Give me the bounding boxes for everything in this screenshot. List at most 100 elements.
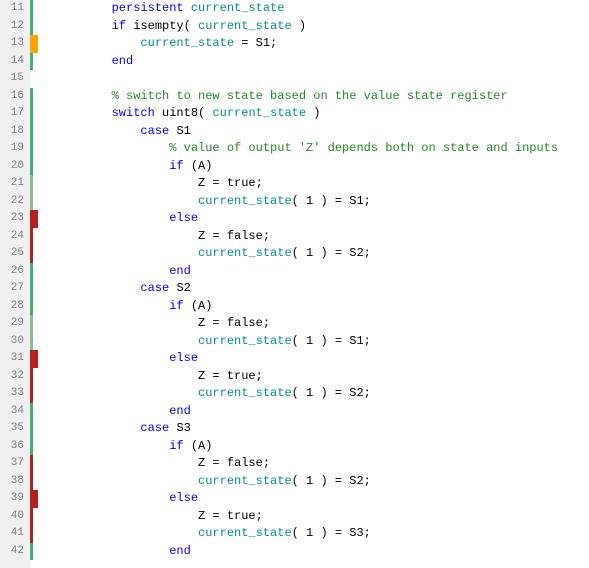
token-plain: uint8( bbox=[162, 106, 212, 120]
line-number: 38 bbox=[0, 473, 30, 491]
code-line[interactable]: if isempty( current_state ) bbox=[54, 18, 589, 36]
token-plain bbox=[54, 439, 169, 453]
token-kw: case bbox=[140, 124, 176, 138]
line-number: 15 bbox=[0, 70, 30, 88]
line-number: 36 bbox=[0, 438, 30, 456]
token-plain bbox=[54, 159, 169, 173]
token-kw: else bbox=[169, 211, 198, 225]
token-plain bbox=[54, 211, 169, 225]
code-line[interactable]: if (A) bbox=[54, 298, 589, 316]
token-plain bbox=[54, 54, 112, 68]
code-line[interactable]: end bbox=[54, 403, 589, 421]
token-plain bbox=[54, 264, 169, 278]
code-area[interactable]: persistent current_state if isempty( cur… bbox=[50, 0, 589, 568]
code-line[interactable]: current_state( 1 ) = S2; bbox=[54, 245, 589, 263]
line-number: 40 bbox=[0, 508, 30, 526]
code-line[interactable]: Z = true; bbox=[54, 368, 589, 386]
token-var: current_state bbox=[198, 526, 292, 540]
coverage-marker bbox=[30, 123, 33, 141]
token-plain bbox=[54, 334, 198, 348]
coverage-marker bbox=[30, 88, 33, 106]
token-plain: isempty( bbox=[133, 19, 198, 33]
token-plain bbox=[54, 544, 169, 558]
token-plain: ( 1 ) = S2; bbox=[292, 474, 371, 488]
token-kw: if bbox=[169, 439, 191, 453]
token-plain bbox=[54, 246, 198, 260]
token-plain: ( 1 ) = S3; bbox=[292, 526, 371, 540]
code-line[interactable]: Z = false; bbox=[54, 315, 589, 333]
code-line[interactable]: if (A) bbox=[54, 438, 589, 456]
line-number: 17 bbox=[0, 105, 30, 123]
coverage-marker bbox=[30, 315, 33, 333]
coverage-marker bbox=[30, 385, 33, 403]
code-editor[interactable]: 1112131415161718192021222324252627282930… bbox=[0, 0, 589, 568]
coverage-marker bbox=[30, 245, 33, 263]
code-line[interactable]: Z = false; bbox=[54, 228, 589, 246]
code-line[interactable]: current_state( 1 ) = S1; bbox=[54, 333, 589, 351]
token-plain bbox=[54, 386, 198, 400]
token-plain bbox=[54, 421, 140, 435]
code-line[interactable]: else bbox=[54, 350, 589, 368]
token-kw: end bbox=[169, 544, 191, 558]
token-var: current_state bbox=[198, 194, 292, 208]
line-number: 18 bbox=[0, 123, 30, 141]
token-plain bbox=[54, 19, 112, 33]
line-number: 39 bbox=[0, 490, 30, 508]
token-plain: (A) bbox=[191, 439, 213, 453]
code-line[interactable]: case S2 bbox=[54, 280, 589, 298]
code-line[interactable]: current_state( 1 ) = S2; bbox=[54, 385, 589, 403]
coverage-marker bbox=[30, 368, 33, 386]
token-plain bbox=[54, 526, 198, 540]
line-number: 16 bbox=[0, 88, 30, 106]
token-plain bbox=[54, 404, 169, 418]
code-line[interactable]: end bbox=[54, 263, 589, 281]
line-number: 31 bbox=[0, 350, 30, 368]
code-line[interactable]: current_state( 1 ) = S1; bbox=[54, 193, 589, 211]
code-line[interactable]: current_state = S1; bbox=[54, 35, 589, 53]
code-line[interactable]: switch uint8( current_state ) bbox=[54, 105, 589, 123]
code-line[interactable]: case S3 bbox=[54, 420, 589, 438]
token-var: current_state bbox=[198, 474, 292, 488]
coverage-marker bbox=[30, 18, 33, 36]
code-line[interactable]: end bbox=[54, 543, 589, 561]
token-plain bbox=[54, 36, 140, 50]
coverage-marker bbox=[30, 105, 33, 123]
code-line[interactable]: if (A) bbox=[54, 158, 589, 176]
token-var: current_state bbox=[198, 386, 292, 400]
code-line[interactable]: Z = true; bbox=[54, 175, 589, 193]
token-kw: else bbox=[169, 351, 198, 365]
line-number: 25 bbox=[0, 245, 30, 263]
token-var: current_state bbox=[191, 1, 285, 15]
code-line[interactable] bbox=[54, 70, 589, 88]
line-number: 34 bbox=[0, 403, 30, 421]
code-line[interactable]: % switch to new state based on the value… bbox=[54, 88, 589, 106]
token-kw: if bbox=[112, 19, 134, 33]
coverage-marker bbox=[30, 333, 33, 351]
line-number: 23 bbox=[0, 210, 30, 228]
line-number: 19 bbox=[0, 140, 30, 158]
code-line[interactable]: % value of output 'Z' depends both on st… bbox=[54, 140, 589, 158]
code-line[interactable]: Z = false; bbox=[54, 455, 589, 473]
line-number: 30 bbox=[0, 333, 30, 351]
line-number: 26 bbox=[0, 263, 30, 281]
coverage-marker bbox=[30, 420, 33, 438]
code-line[interactable]: else bbox=[54, 490, 589, 508]
token-plain: S3 bbox=[176, 421, 190, 435]
coverage-marker bbox=[30, 158, 33, 176]
code-line[interactable]: current_state( 1 ) = S3; bbox=[54, 525, 589, 543]
line-number: 32 bbox=[0, 368, 30, 386]
token-kw: case bbox=[140, 281, 176, 295]
token-var: current_state bbox=[198, 334, 292, 348]
line-number: 14 bbox=[0, 53, 30, 71]
code-line[interactable]: persistent current_state bbox=[54, 0, 589, 18]
line-number: 12 bbox=[0, 18, 30, 36]
code-line[interactable]: case S1 bbox=[54, 123, 589, 141]
token-kw: persistent bbox=[112, 1, 191, 15]
code-line[interactable]: current_state( 1 ) = S2; bbox=[54, 473, 589, 491]
coverage-marker bbox=[30, 35, 38, 53]
code-line[interactable]: else bbox=[54, 210, 589, 228]
coverage-marker bbox=[30, 53, 33, 71]
code-line[interactable]: end bbox=[54, 53, 589, 71]
token-plain bbox=[54, 491, 169, 505]
code-line[interactable]: Z = true; bbox=[54, 508, 589, 526]
